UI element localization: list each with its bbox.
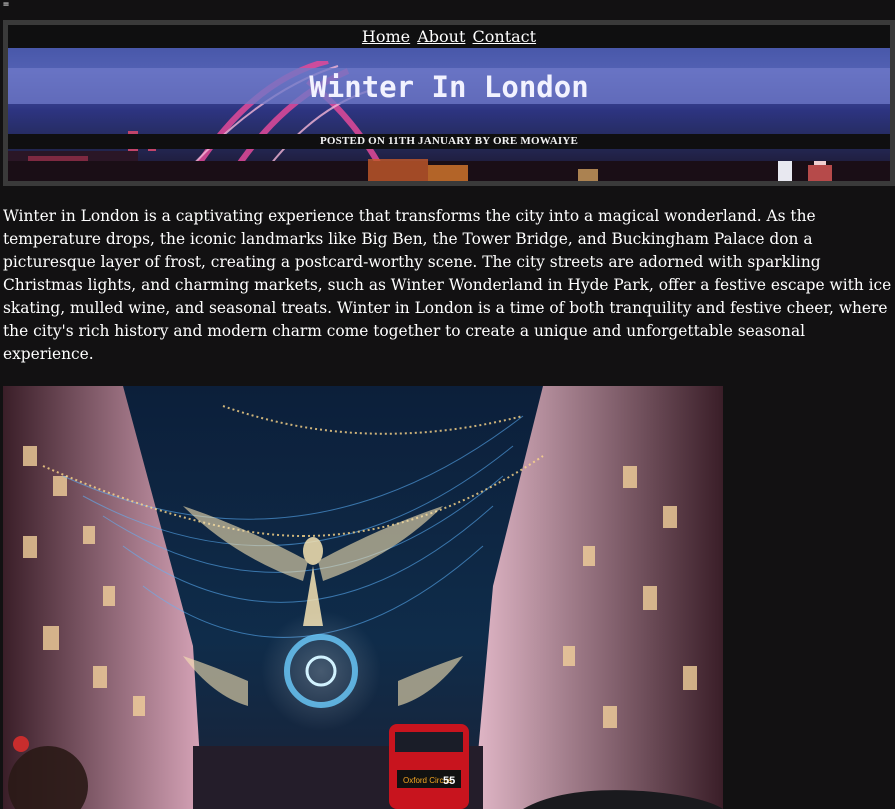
nav-link-about[interactable]: About — [417, 27, 465, 46]
article-intro-paragraph: Winter in London is a captivating experi… — [3, 207, 892, 363]
header-background-image: Home About Contact Winter In London POST… — [8, 25, 890, 181]
bus-illustration: Oxford Circus 55 — [389, 724, 469, 809]
bus-route-number: 55 — [443, 775, 455, 787]
header-banner: Home About Contact Winter In London POST… — [3, 20, 895, 186]
page-marker: = — [3, 0, 10, 10]
page-title: Winter In London — [309, 70, 589, 104]
title-band: Winter In London — [8, 68, 890, 104]
regent-street-lights-photo: Oxford Circus 55 — [3, 386, 723, 809]
post-byline: POSTED ON 11TH JANUARY BY ORE MOWAIYE — [8, 134, 890, 149]
nav-link-contact[interactable]: Contact — [473, 27, 537, 46]
photo-illustration: Oxford Circus 55 — [3, 386, 723, 809]
nav-link-home[interactable]: Home — [362, 27, 410, 46]
top-nav: Home About Contact — [8, 25, 890, 48]
